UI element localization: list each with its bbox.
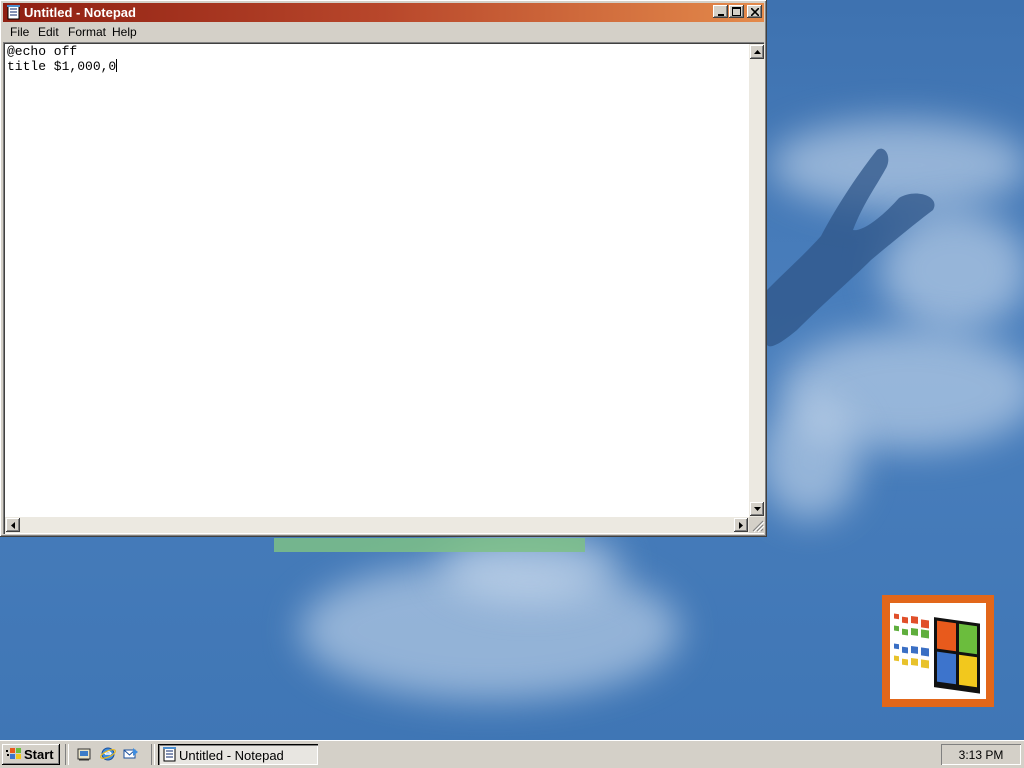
taskbar-separator <box>65 744 69 765</box>
text-caret <box>116 59 118 72</box>
menu-edit[interactable]: Edit <box>38 25 59 39</box>
start-label: Start <box>24 747 54 762</box>
diver-silhouette <box>767 148 935 347</box>
taskbar-separator <box>151 744 155 765</box>
start-button[interactable]: Start <box>2 744 60 765</box>
green-strip <box>274 538 585 552</box>
taskbar-item-label: Untitled - Notepad <box>179 748 284 763</box>
menu-format[interactable]: Format <box>68 25 106 39</box>
system-tray: 3:13 PM <box>941 744 1021 765</box>
scroll-down-button[interactable] <box>750 502 764 516</box>
horizontal-scrollbar[interactable] <box>5 517 749 533</box>
arrow-up-icon <box>753 50 761 54</box>
window-title: Untitled - Notepad <box>24 5 136 20</box>
menu-bar: File Edit Format Help <box>3 23 764 41</box>
scroll-right-button[interactable] <box>734 518 748 532</box>
menu-help[interactable]: Help <box>112 25 137 39</box>
resize-grip-icon <box>752 520 765 533</box>
windows-logo-icon <box>882 595 994 707</box>
notepad-window[interactable]: Untitled - Notepad File Edit Format Help… <box>0 0 767 537</box>
vertical-scrollbar[interactable] <box>749 44 765 517</box>
taskbar-item-notepad[interactable]: Untitled - Notepad <box>158 744 318 765</box>
text-line: @echo off <box>7 44 78 59</box>
close-button[interactable] <box>747 5 762 18</box>
scroll-left-button[interactable] <box>6 518 20 532</box>
text-content[interactable]: @echo off title $1,000,0 <box>7 45 747 515</box>
maximize-button[interactable] <box>729 5 744 18</box>
text-editor[interactable]: @echo off title $1,000,0 <box>3 42 765 534</box>
arrow-down-icon <box>753 507 761 511</box>
close-icon <box>750 7 759 16</box>
text-line: title $1,000,0 <box>7 59 117 74</box>
outlook-express-icon[interactable] <box>123 746 139 762</box>
clock[interactable]: 3:13 PM <box>941 748 1021 762</box>
scroll-up-button[interactable] <box>750 45 764 59</box>
arrow-right-icon <box>739 521 743 529</box>
arrow-left-icon <box>11 521 15 529</box>
taskbar: Start Untitled - Notepad 3:13 PM <box>0 740 1024 768</box>
resize-grip[interactable] <box>749 517 765 533</box>
windows-flag-icon <box>6 748 21 759</box>
title-bar[interactable]: Untitled - Notepad <box>3 3 764 22</box>
notepad-icon <box>163 747 176 762</box>
minimize-icon <box>717 13 724 16</box>
notepad-icon <box>7 5 20 20</box>
menu-file[interactable]: File <box>10 25 29 39</box>
minimize-button[interactable] <box>713 5 728 18</box>
show-desktop-icon[interactable] <box>76 746 92 762</box>
internet-explorer-icon[interactable] <box>100 746 116 762</box>
maximize-icon <box>732 7 741 16</box>
